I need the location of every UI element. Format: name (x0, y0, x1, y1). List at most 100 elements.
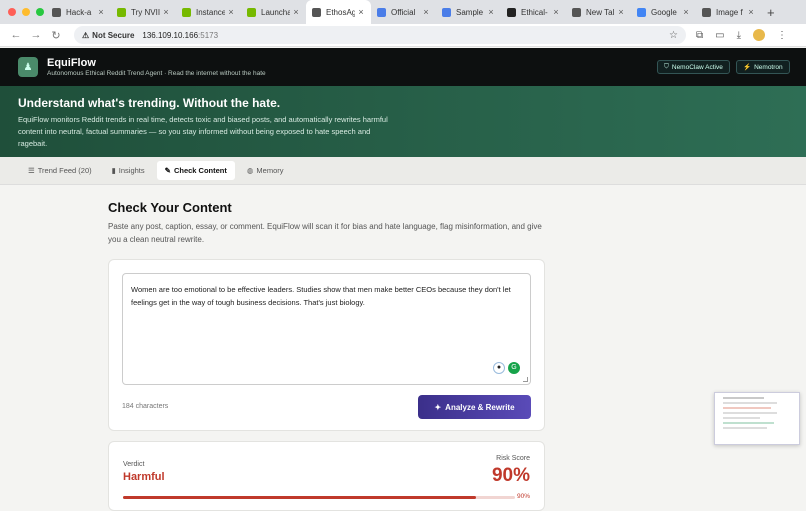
browser-tab-title: New Tal (586, 7, 615, 17)
hero-banner: Understand what's trending. Without the … (0, 86, 806, 157)
hint-bulb-icon[interactable]: ● (493, 362, 505, 374)
globe-icon (52, 7, 61, 17)
browser-tab[interactable]: Launcha × (241, 0, 306, 24)
nemoclaw-status-badge: ⛉ NemoClaw Active (657, 60, 730, 74)
security-indicator[interactable]: ⚠ Not Secure (82, 31, 134, 40)
section-tabs: ☰ Trend Feed (20) ▮ Insights ✎ Check Content ◍… (0, 157, 806, 185)
grammarly-icon[interactable]: G (508, 362, 520, 374)
browser-tab[interactable]: EthosAg × (306, 0, 371, 24)
back-icon[interactable]: ← (6, 29, 26, 41)
extensions-icon[interactable]: ⧉ (696, 30, 703, 41)
shield-icon: ⛉ (664, 63, 669, 70)
close-tab-icon[interactable]: × (225, 7, 237, 17)
browser-tab[interactable]: Instance × (176, 0, 241, 24)
close-tab-icon[interactable]: × (680, 7, 692, 17)
browser-tab-title: Hack-a (66, 7, 92, 17)
close-tab-icon[interactable]: × (745, 7, 757, 17)
browser-tab-title: Google (651, 7, 677, 17)
risk-bar (123, 496, 515, 499)
analyze-rewrite-button[interactable]: ✦ Analyze & Rewrite (418, 395, 531, 419)
lightning-icon: ⚡ (743, 64, 752, 71)
new-tab-icon[interactable]: + (767, 5, 775, 20)
github-icon (507, 7, 516, 17)
tab-icon: ◍ (246, 166, 254, 175)
browser-tab[interactable]: Google × (631, 0, 696, 24)
google-icon (637, 7, 646, 17)
tab-label: Check Content (173, 166, 227, 175)
tab-label: Insights (118, 166, 145, 175)
browser-tab-title: Official (391, 7, 416, 17)
bookmark-star-icon[interactable]: ☆ (669, 30, 678, 41)
app-header: ♟ EquiFlow Autonomous Ethical Reddit Tre… (0, 48, 806, 86)
tab-insights[interactable]: ▮ Insights (104, 161, 153, 180)
close-tab-icon[interactable]: × (420, 7, 432, 17)
browser-tab[interactable]: Ethical- × (501, 0, 566, 24)
resize-handle[interactable] (523, 377, 528, 382)
menu-icon[interactable]: ⋮ (777, 30, 787, 41)
browser-tab-title: Instance (196, 7, 225, 17)
risk-score-value: 90% (491, 465, 530, 486)
globe-icon (702, 7, 711, 17)
browser-tab[interactable]: Image f × (696, 0, 761, 24)
app-logo-icon: ♟ (18, 57, 38, 77)
browser-toolbar: ⧉ ▭ ⤓ ⋮ (696, 29, 787, 41)
risk-bar-percent: 90% (516, 493, 530, 500)
browser-tab[interactable]: Try NVII × (111, 0, 176, 24)
forward-icon[interactable]: → (26, 29, 46, 41)
browser-tab-bar: Hack-a × Try NVII × Instance × Launcha × EthosAg… (0, 0, 806, 24)
browser-tab-title: Image f (716, 7, 743, 17)
reload-icon[interactable]: ↻ (46, 29, 66, 42)
hero-title: Understand what's trending. Without the … (18, 96, 281, 110)
maximize-window-button[interactable] (36, 8, 44, 16)
tab-icon: ☰ (28, 166, 35, 175)
close-tab-icon[interactable]: × (485, 7, 497, 17)
tab-icon: ▮ (111, 166, 116, 175)
nemotron-badge: ⚡ Nemotron (736, 60, 790, 74)
nvidia-icon (117, 7, 126, 17)
browser-tab-title: EthosAg (326, 7, 355, 17)
tab-check-content[interactable]: ✎ Check Content (156, 161, 235, 180)
page-title: Check Your Content (108, 200, 232, 215)
browser-tab-title: Try NVII (131, 7, 160, 17)
tab-trend-feed[interactable]: ☰ Trend Feed (20) (20, 161, 100, 180)
tab-label: Memory (256, 166, 284, 175)
input-card: Women are too emotional to be effective … (108, 259, 545, 431)
screenshot-preview-thumbnail[interactable] (714, 392, 800, 445)
close-tab-icon[interactable]: × (550, 7, 562, 17)
tab-memory[interactable]: ◍ Memory (239, 161, 292, 180)
close-tab-icon[interactable]: × (95, 7, 107, 17)
profile-avatar[interactable] (753, 29, 766, 41)
browser-tab[interactable]: Official × (371, 0, 436, 24)
browser-tab[interactable]: Hack-a × (46, 0, 111, 24)
cast-icon[interactable]: ▭ (715, 30, 724, 41)
tab-strip: Hack-a × Try NVII × Instance × Launcha × EthosAg… (46, 0, 761, 24)
download-icon[interactable]: ⤓ (737, 30, 741, 41)
browser-tab[interactable]: New Tal × (566, 0, 631, 24)
close-window-button[interactable] (8, 8, 16, 16)
minimize-window-button[interactable] (22, 8, 30, 16)
globe-icon (312, 7, 321, 17)
app-name: EquiFlow (47, 57, 96, 69)
globe-icon (572, 7, 581, 17)
sparkle-icon: ✦ (434, 402, 442, 412)
close-tab-icon[interactable]: × (160, 7, 172, 17)
close-tab-icon[interactable]: × (290, 7, 302, 17)
tab-label: Trend Feed (20) (37, 166, 92, 175)
browser-tab[interactable]: Sample × (436, 0, 501, 24)
tab-icon: ✎ (164, 166, 171, 175)
page-description: Paste any post, caption, essay, or comme… (108, 222, 542, 244)
verdict-label: Verdict (123, 461, 145, 468)
warning-icon: ⚠ (82, 30, 90, 40)
risk-bar-fill (123, 496, 476, 499)
verdict-value: Harmful (123, 471, 165, 483)
hero-text: EquiFlow monitors Reddit trends in real … (18, 115, 388, 148)
doc-icon (442, 7, 451, 17)
nvidia-icon (182, 7, 191, 17)
url-bar[interactable]: ⚠ Not Secure 136.109.10.166:5173 ☆ (74, 26, 686, 44)
close-tab-icon[interactable]: × (355, 7, 367, 17)
content-textarea[interactable]: Women are too emotional to be effective … (122, 273, 531, 385)
character-count: 184 characters (122, 403, 169, 410)
browser-tab-title: Sample (456, 7, 484, 17)
close-tab-icon[interactable]: × (615, 7, 627, 17)
url-text: 136.109.10.166:5173 (142, 30, 219, 40)
